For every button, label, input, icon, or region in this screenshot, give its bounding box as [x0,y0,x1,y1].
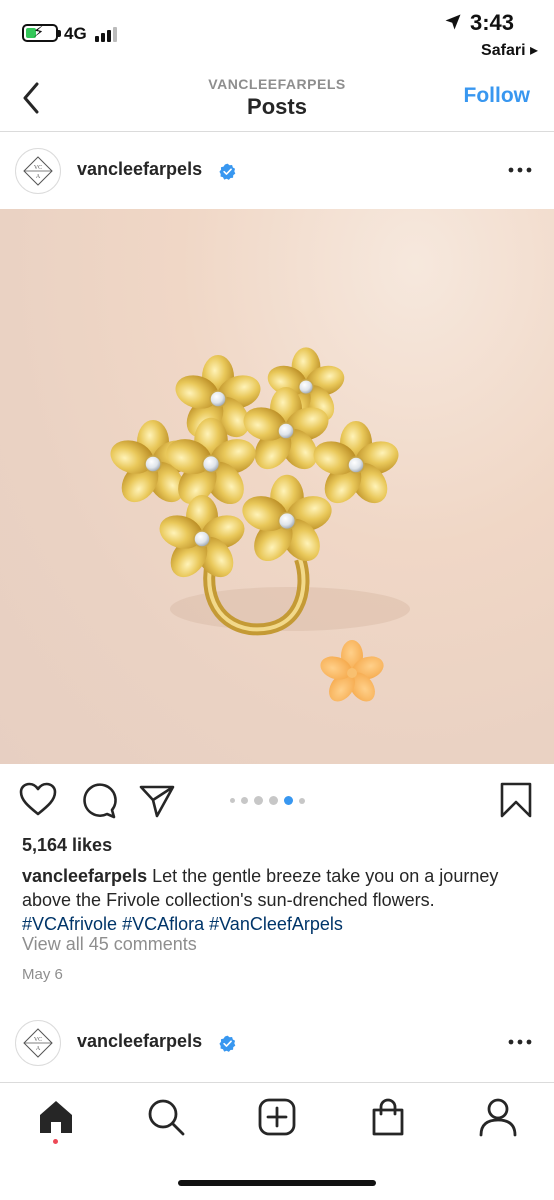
add-icon[interactable] [257,1097,297,1137]
status-bar: ⚡ 4G 3:43 Safari ▸ [0,0,554,70]
network-type: 4G [64,24,87,43]
location-arrow-icon [445,14,461,30]
signal-icon [95,26,121,42]
next-post-header: VC A vancleefarpels [0,1004,554,1080]
notification-dot [53,1139,58,1144]
carousel-indicator [230,796,305,805]
share-icon[interactable] [137,780,177,820]
ring-photo-illustration [105,346,410,702]
home-indicator[interactable] [178,1180,376,1186]
post-caption: vancleefarpels Let the gentle breeze tak… [22,864,532,936]
post-username[interactable]: vancleefarpels [77,1031,202,1052]
nav-header: VANCLEEFARPELS Posts Follow [0,70,554,132]
svg-text:A: A [36,174,41,180]
svg-text:VC: VC [34,165,42,171]
hashtag-link[interactable]: #VCAflora [122,914,204,934]
post-date: May 6 [22,966,63,983]
post-header: VC A vancleefarpels [0,132,554,208]
comment-icon[interactable] [78,780,118,820]
clock: 3:43 [470,10,515,35]
battery-icon: ⚡ [22,24,61,42]
bookmark-icon[interactable] [496,780,536,820]
caption-username[interactable]: vancleefarpels [22,866,147,886]
more-options-icon[interactable] [506,1028,534,1056]
home-icon[interactable] [36,1097,76,1137]
verified-badge-icon [219,1035,236,1052]
likes-count[interactable]: 5,164 likes [22,835,112,856]
post-username[interactable]: vancleefarpels [77,159,202,180]
brand-logo-icon: VC A [23,156,53,186]
instagram-post-screen: ⚡ 4G 3:43 Safari ▸ VANCLEEFARPELS Posts … [0,0,554,1200]
hashtag-link[interactable]: #VanCleefArpels [209,914,343,934]
post-image[interactable] [0,209,554,764]
hashtag-link[interactable]: #VCAfrivole [22,914,117,934]
svg-text:VC: VC [34,1037,42,1043]
brand-logo-icon: VC A [23,1028,53,1058]
search-icon[interactable] [146,1097,186,1137]
svg-text:A: A [36,1046,41,1052]
view-comments-link[interactable]: View all 45 comments [22,934,197,955]
profile-icon[interactable] [478,1097,518,1137]
follow-button[interactable]: Follow [464,84,531,108]
avatar[interactable]: VC A [15,1020,61,1066]
shop-icon[interactable] [368,1097,408,1137]
post-actions [0,770,554,830]
heart-icon[interactable] [18,780,58,820]
avatar[interactable]: VC A [15,148,61,194]
more-options-icon[interactable] [506,156,534,184]
back-to-app-link[interactable]: Safari ▸ [481,40,538,60]
verified-badge-icon [219,163,236,180]
